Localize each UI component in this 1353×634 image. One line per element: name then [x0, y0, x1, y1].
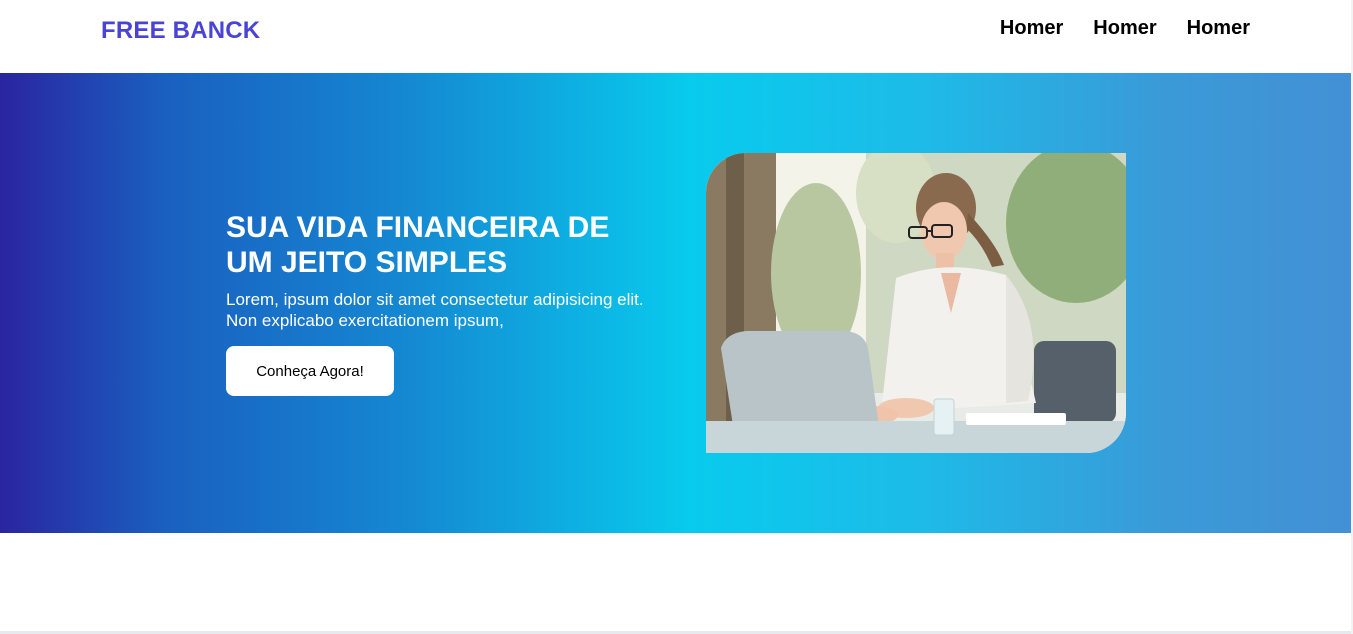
woman-with-laptop-illustration — [706, 153, 1126, 453]
nav-link-1[interactable]: Homer — [1000, 17, 1063, 40]
nav-link-3[interactable]: Homer — [1187, 17, 1250, 40]
main-nav: Homer Homer Homer — [1000, 17, 1250, 40]
logo[interactable]: FREE BANCK — [101, 17, 260, 45]
hero-section: SUA VIDA FINANCEIRA DE UM JEITO SIMPLES … — [0, 73, 1353, 533]
hero-image — [706, 153, 1126, 453]
nav-link-2[interactable]: Homer — [1093, 17, 1156, 40]
site-header: FREE BANCK Homer Homer Homer — [0, 0, 1353, 73]
cta-button[interactable]: Conheça Agora! — [226, 346, 394, 396]
hero-title: SUA VIDA FINANCEIRA DE UM JEITO SIMPLES — [226, 211, 610, 279]
hero-description: Lorem, ipsum dolor sit amet consectetur … — [226, 290, 644, 330]
